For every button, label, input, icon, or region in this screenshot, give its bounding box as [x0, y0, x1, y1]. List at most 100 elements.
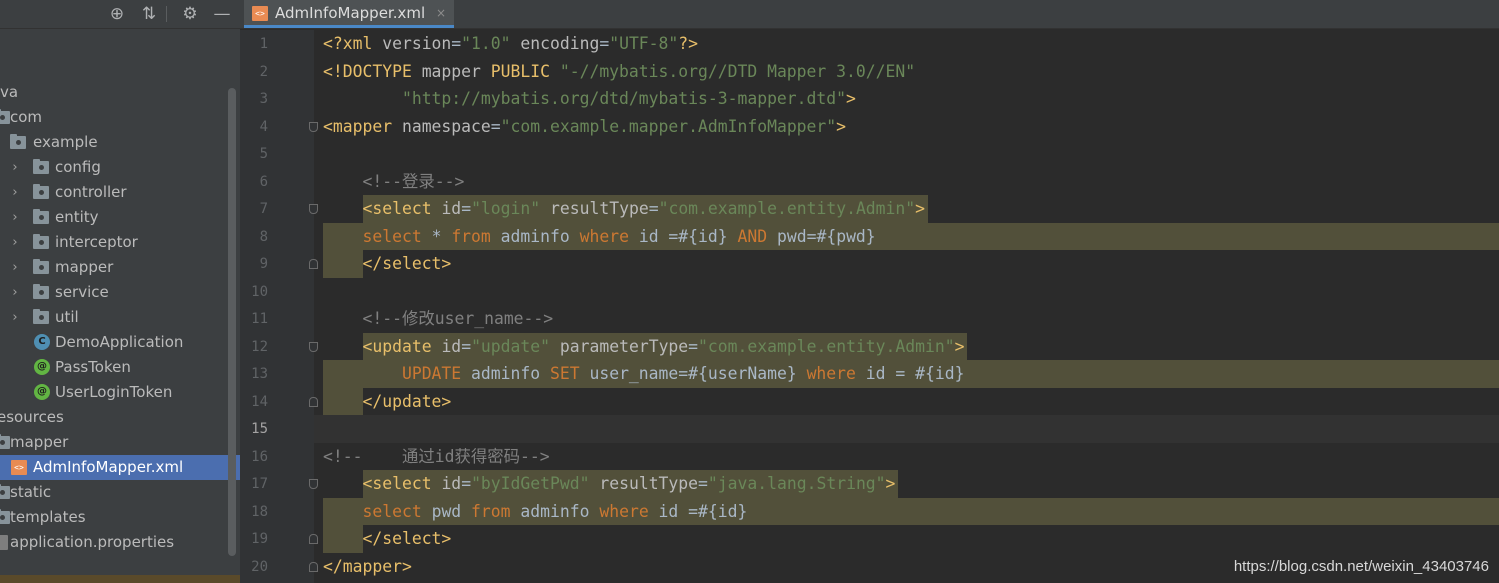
- line-number: 15: [251, 421, 268, 437]
- code-line: </select>: [362, 254, 452, 273]
- chevron-right-icon[interactable]: ›: [9, 280, 21, 305]
- collapse-icon[interactable]: ⇅: [138, 3, 160, 25]
- minimize-icon[interactable]: —: [211, 3, 233, 25]
- tree-item-service[interactable]: › service: [0, 280, 240, 305]
- fold-close-icon[interactable]: [309, 396, 318, 407]
- fold-close-icon[interactable]: [309, 561, 318, 572]
- tree-item-label: util: [55, 308, 79, 326]
- tab-label: AdmInfoMapper.xml: [275, 4, 426, 22]
- code-line: <?xml version="1.0" encoding="UTF-8"?>: [323, 34, 699, 53]
- code-line: <!DOCTYPE mapper PUBLIC "-//mybatis.org/…: [323, 61, 916, 81]
- tree-item-controller[interactable]: › controller: [0, 180, 240, 205]
- folder-icon: [33, 209, 49, 224]
- chevron-right-icon[interactable]: ›: [9, 230, 21, 255]
- chevron-right-icon[interactable]: ›: [9, 155, 21, 180]
- tree-item-esources[interactable]: esources: [0, 405, 240, 430]
- project-panel-bottom-edge: [0, 575, 240, 583]
- tree-item-config[interactable]: › config: [0, 155, 240, 180]
- folder-icon: [33, 234, 49, 249]
- tree-item-label: controller: [55, 183, 127, 201]
- chevron-right-icon[interactable]: ›: [9, 205, 21, 230]
- tab-admin-info-mapper[interactable]: <> AdmInfoMapper.xml ×: [244, 0, 454, 28]
- toolbar-divider: [166, 6, 167, 22]
- line-number-gutter: 1 2 3 4 5 6 7 8 9 10 11 12 13 14 15 16 17 18 19 20: [240, 30, 348, 583]
- tree-item-label: interceptor: [55, 233, 138, 251]
- folder-icon: [33, 259, 49, 274]
- code-line: <!--修改user_name-->: [362, 309, 554, 328]
- fold-open-icon[interactable]: [309, 121, 318, 132]
- gear-icon[interactable]: ⚙: [179, 3, 201, 25]
- tree-item-adminfomapper-xml[interactable]: <> AdmInfoMapper.xml: [0, 455, 240, 480]
- fold-close-icon[interactable]: [309, 259, 318, 269]
- tree-item-label: UserLoginToken: [55, 383, 173, 401]
- code-line: <select id="login" resultType="com.examp…: [362, 199, 926, 218]
- annotation-icon: @: [34, 359, 50, 375]
- folder-icon: [33, 184, 49, 199]
- code-line: "http://mybatis.org/dtd/mybatis-3-mapper…: [401, 89, 856, 108]
- tree-item-templates[interactable]: templates: [0, 505, 240, 530]
- tree-item-application-properties[interactable]: application.properties: [0, 530, 240, 555]
- folder-icon: [10, 134, 26, 149]
- project-panel: ⊕ ⇅ ⚙ — va com example › config › controller › e…: [0, 0, 240, 583]
- line-number: 13: [251, 366, 268, 382]
- editor-area: <> AdmInfoMapper.xml × 1 2 3 4 5 6 7 8 9 10 11 12 13…: [240, 0, 1499, 583]
- fold-open-icon[interactable]: [309, 341, 318, 352]
- tree-item-label: entity: [55, 208, 99, 226]
- tree-item-va[interactable]: va: [0, 80, 240, 105]
- properties-file-icon: [0, 535, 8, 550]
- line-number: 6: [259, 173, 268, 190]
- xml-file-icon: <>: [252, 6, 268, 21]
- code-line: </select>: [362, 529, 452, 548]
- fold-close-icon[interactable]: [309, 534, 318, 544]
- tree-item-demoapplication[interactable]: C DemoApplication: [0, 330, 240, 355]
- close-icon[interactable]: ×: [436, 0, 446, 27]
- fold-open-icon[interactable]: [309, 479, 318, 489]
- line-number: 16: [251, 448, 268, 465]
- current-line-highlight: [314, 415, 1499, 443]
- tree-item-static[interactable]: static: [0, 480, 240, 505]
- line-number: 5: [259, 146, 268, 162]
- tree-item-entity[interactable]: › entity: [0, 205, 240, 230]
- tree-item-label: DemoApplication: [55, 333, 184, 351]
- code-line: <!-- 通过id获得密码-->: [323, 446, 550, 466]
- line-number: 10: [251, 283, 268, 300]
- chevron-right-icon[interactable]: ›: [9, 180, 21, 205]
- chevron-right-icon[interactable]: ›: [9, 305, 21, 330]
- tree-item-interceptor[interactable]: › interceptor: [0, 230, 240, 255]
- chevron-right-icon[interactable]: ›: [9, 255, 21, 280]
- line-number: 17: [251, 476, 268, 492]
- tree-item-mapper[interactable]: › mapper: [0, 255, 240, 280]
- code-line: select pwd from adminfo where id =#{id}: [362, 501, 748, 521]
- line-number: 9: [259, 256, 268, 272]
- line-number: 18: [251, 503, 268, 520]
- tree-item-mapper[interactable]: mapper: [0, 430, 240, 455]
- folder-icon: [33, 159, 49, 174]
- tree-item-label: config: [55, 158, 101, 176]
- tree-item-com[interactable]: com: [0, 105, 240, 130]
- tree-item-label: va: [0, 83, 19, 101]
- folder-icon: [0, 484, 10, 499]
- fold-open-icon[interactable]: [309, 204, 318, 214]
- tree-item-label: templates: [10, 508, 86, 526]
- annotation-icon: @: [34, 384, 50, 400]
- project-toolbar: ⊕ ⇅ ⚙ —: [0, 0, 240, 29]
- line-number: 8: [259, 228, 268, 245]
- line-number: 2: [259, 63, 268, 80]
- folder-icon: [33, 309, 49, 324]
- line-number: 12: [251, 338, 268, 355]
- line-number: 19: [251, 531, 268, 547]
- tree-item-example[interactable]: example: [0, 130, 240, 155]
- tree-item-userlogintoken[interactable]: @ UserLoginToken: [0, 380, 240, 405]
- line-number: 7: [259, 201, 268, 217]
- tree-item-passtoken[interactable]: @ PassToken: [0, 355, 240, 380]
- tree-item-util[interactable]: › util: [0, 305, 240, 330]
- line-number: 4: [259, 118, 268, 135]
- code-line: <mapper namespace="com.example.mapper.Ad…: [323, 116, 847, 136]
- spring-boot-class-icon: C: [34, 334, 50, 350]
- project-scrollbar[interactable]: [228, 88, 236, 556]
- code-line: <!--登录-->: [362, 171, 465, 191]
- watermark: https://blog.csdn.net/weixin_43403746: [1233, 558, 1489, 575]
- tree-item-label: com: [10, 108, 43, 126]
- editor-tab-bar: <> AdmInfoMapper.xml ×: [240, 0, 1499, 29]
- target-icon[interactable]: ⊕: [106, 3, 128, 25]
